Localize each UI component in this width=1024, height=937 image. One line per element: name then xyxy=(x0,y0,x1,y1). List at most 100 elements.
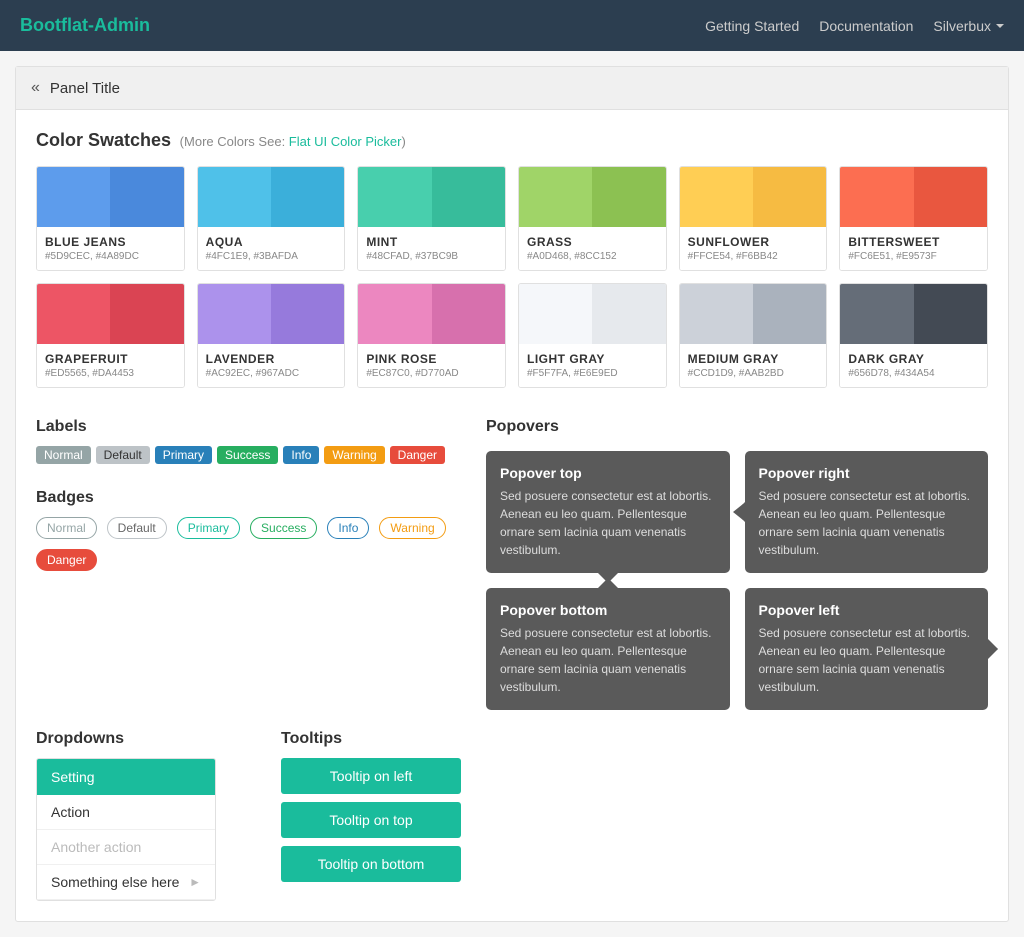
popover-text: Sed posuere consectetur est at lobortis.… xyxy=(759,624,975,696)
swatch-colors xyxy=(358,167,505,227)
nav-dropdown-silverbux[interactable]: Silverbux xyxy=(933,18,1004,34)
swatch-name: DARK GRAY xyxy=(848,352,979,366)
navbar: Bootflat-Admin Getting Started Documenta… xyxy=(0,0,1024,51)
badges-title: Badges xyxy=(36,489,456,507)
chevron-down-icon xyxy=(996,24,1004,28)
tooltip-buttons: Tooltip on left Tooltip on top Tooltip on … xyxy=(281,758,496,882)
dropdown-item[interactable]: Something else here► xyxy=(37,865,215,900)
swatch-color-1 xyxy=(680,167,753,227)
swatch-info: DARK GRAY #656D78, #434A54 xyxy=(840,344,987,387)
swatch-name: LAVENDER xyxy=(206,352,337,366)
swatch-color-1 xyxy=(37,167,110,227)
swatch-colors xyxy=(198,167,345,227)
swatch-color-2 xyxy=(592,167,665,227)
nav-item-silverbux[interactable]: Silverbux xyxy=(933,18,1004,34)
tooltip-btn-tooltip-on-left[interactable]: Tooltip on left xyxy=(281,758,461,794)
popover-left: Popover left Sed posuere consectetur est… xyxy=(745,588,989,710)
tooltip-btn-tooltip-on-top[interactable]: Tooltip on top xyxy=(281,802,461,838)
labels-badges-col: Labels NormalDefaultPrimarySuccessInfoWa… xyxy=(36,418,456,710)
popover-right-arrow xyxy=(733,504,743,520)
flat-ui-link[interactable]: Flat UI Color Picker xyxy=(289,134,402,149)
swatch-colors xyxy=(37,167,184,227)
swatch-info: MINT #48CFAD, #37BC9B xyxy=(358,227,505,270)
dropdown-item-label: Something else here xyxy=(51,874,179,890)
swatch-info: BITTERSWEET #FC6E51, #E9573F xyxy=(840,227,987,270)
swatch-info: PINK ROSE #EC87C0, #D770AD xyxy=(358,344,505,387)
swatch-name: MINT xyxy=(366,235,497,249)
tooltips-section: Tooltips Tooltip on leftTooltip on topTo… xyxy=(281,730,496,901)
swatch-color-2 xyxy=(271,167,344,227)
labels-section: Labels NormalDefaultPrimarySuccessInfoWa… xyxy=(36,418,456,464)
swatch-colors xyxy=(519,167,666,227)
badge-info: Info xyxy=(327,517,369,539)
swatch-info: MEDIUM GRAY #CCD1D9, #AAB2BD xyxy=(680,344,827,387)
swatch-colors xyxy=(198,284,345,344)
swatches-title-text: Color Swatches xyxy=(36,130,171,150)
dropdown-item[interactable]: Another action xyxy=(37,830,215,865)
popover-title: Popover bottom xyxy=(500,602,716,618)
swatch-card: SUNFLOWER #FFCE54, #F6BB42 xyxy=(679,166,828,271)
badge-success: Success xyxy=(250,517,317,539)
swatch-name: BLUE JEANS xyxy=(45,235,176,249)
lower-row: Dropdowns Setting ActionAnother actionSo… xyxy=(36,730,988,901)
label-primary: Primary xyxy=(155,446,212,464)
swatch-card: LIGHT GRAY #F5F7FA, #E6E9ED xyxy=(518,283,667,388)
swatch-codes: #5D9CEC, #4A89DC xyxy=(45,251,176,262)
swatch-card: GRASS #A0D468, #8CC152 xyxy=(518,166,667,271)
swatch-colors xyxy=(358,284,505,344)
badge-danger: Danger xyxy=(36,549,97,571)
dropdown-item[interactable]: Action xyxy=(37,795,215,830)
swatch-card: MEDIUM GRAY #CCD1D9, #AAB2BD xyxy=(679,283,828,388)
swatch-color-1 xyxy=(519,167,592,227)
swatch-info: SUNFLOWER #FFCE54, #F6BB42 xyxy=(680,227,827,270)
swatch-codes: #ED5565, #DA4453 xyxy=(45,368,176,379)
popover-text: Sed posuere consectetur est at lobortis.… xyxy=(500,624,716,696)
swatch-name: PINK ROSE xyxy=(366,352,497,366)
swatch-colors xyxy=(840,167,987,227)
nav-item-documentation[interactable]: Documentation xyxy=(819,18,913,34)
swatch-color-1 xyxy=(37,284,110,344)
swatch-info: GRASS #A0D468, #8CC152 xyxy=(519,227,666,270)
popover-bottom: Popover bottom Sed posuere consectetur e… xyxy=(486,588,730,710)
label-normal: Normal xyxy=(36,446,91,464)
swatch-color-1 xyxy=(198,167,271,227)
silverbux-label: Silverbux xyxy=(933,18,991,34)
nav-link-documentation[interactable]: Documentation xyxy=(819,18,913,34)
swatch-card: AQUA #4FC1E9, #3BAFDA xyxy=(197,166,346,271)
dropdown-menu: Setting ActionAnother actionSomething el… xyxy=(36,758,216,901)
chevron-left-icon: « xyxy=(31,79,40,97)
labels-row: NormalDefaultPrimarySuccessInfoWarningDa… xyxy=(36,446,456,464)
swatch-card: MINT #48CFAD, #37BC9B xyxy=(357,166,506,271)
badge-primary: Primary xyxy=(177,517,240,539)
swatch-color-1 xyxy=(840,167,913,227)
swatch-color-1 xyxy=(358,284,431,344)
label-warning: Warning xyxy=(324,446,384,464)
badge-normal: Normal xyxy=(36,517,97,539)
nav-link-getting-started[interactable]: Getting Started xyxy=(705,18,799,34)
navbar-nav: Getting Started Documentation Silverbux xyxy=(705,18,1004,34)
swatch-name: GRAPEFRUIT xyxy=(45,352,176,366)
swatch-name: AQUA xyxy=(206,235,337,249)
swatch-info: GRAPEFRUIT #ED5565, #DA4453 xyxy=(37,344,184,387)
swatch-card: BLUE JEANS #5D9CEC, #4A89DC xyxy=(36,166,185,271)
swatch-color-2 xyxy=(271,284,344,344)
panel-header: « Panel Title xyxy=(16,67,1008,110)
swatch-card: GRAPEFRUIT #ED5565, #DA4453 xyxy=(36,283,185,388)
swatch-colors xyxy=(37,284,184,344)
swatch-color-1 xyxy=(358,167,431,227)
tooltip-btn-tooltip-on-bottom[interactable]: Tooltip on bottom xyxy=(281,846,461,882)
label-success: Success xyxy=(217,446,278,464)
dropdowns-section: Dropdowns Setting ActionAnother actionSo… xyxy=(36,730,251,901)
swatch-info: AQUA #4FC1E9, #3BAFDA xyxy=(198,227,345,270)
swatch-codes: #4FC1E9, #3BAFDA xyxy=(206,251,337,262)
swatch-card: LAVENDER #AC92EC, #967ADC xyxy=(197,283,346,388)
nav-item-getting-started[interactable]: Getting Started xyxy=(705,18,799,34)
swatch-color-2 xyxy=(592,284,665,344)
swatches-subtitle: (More Colors See: Flat UI Color Picker) xyxy=(176,134,406,149)
navbar-brand[interactable]: Bootflat-Admin xyxy=(20,15,150,36)
label-danger: Danger xyxy=(390,446,445,464)
color-swatches-section: Color Swatches (More Colors See: Flat UI… xyxy=(36,130,988,388)
popover-right: Popover right Sed posuere consectetur es… xyxy=(745,451,989,573)
swatch-color-2 xyxy=(432,167,505,227)
labels-popovers-row: Labels NormalDefaultPrimarySuccessInfoWa… xyxy=(36,418,988,710)
